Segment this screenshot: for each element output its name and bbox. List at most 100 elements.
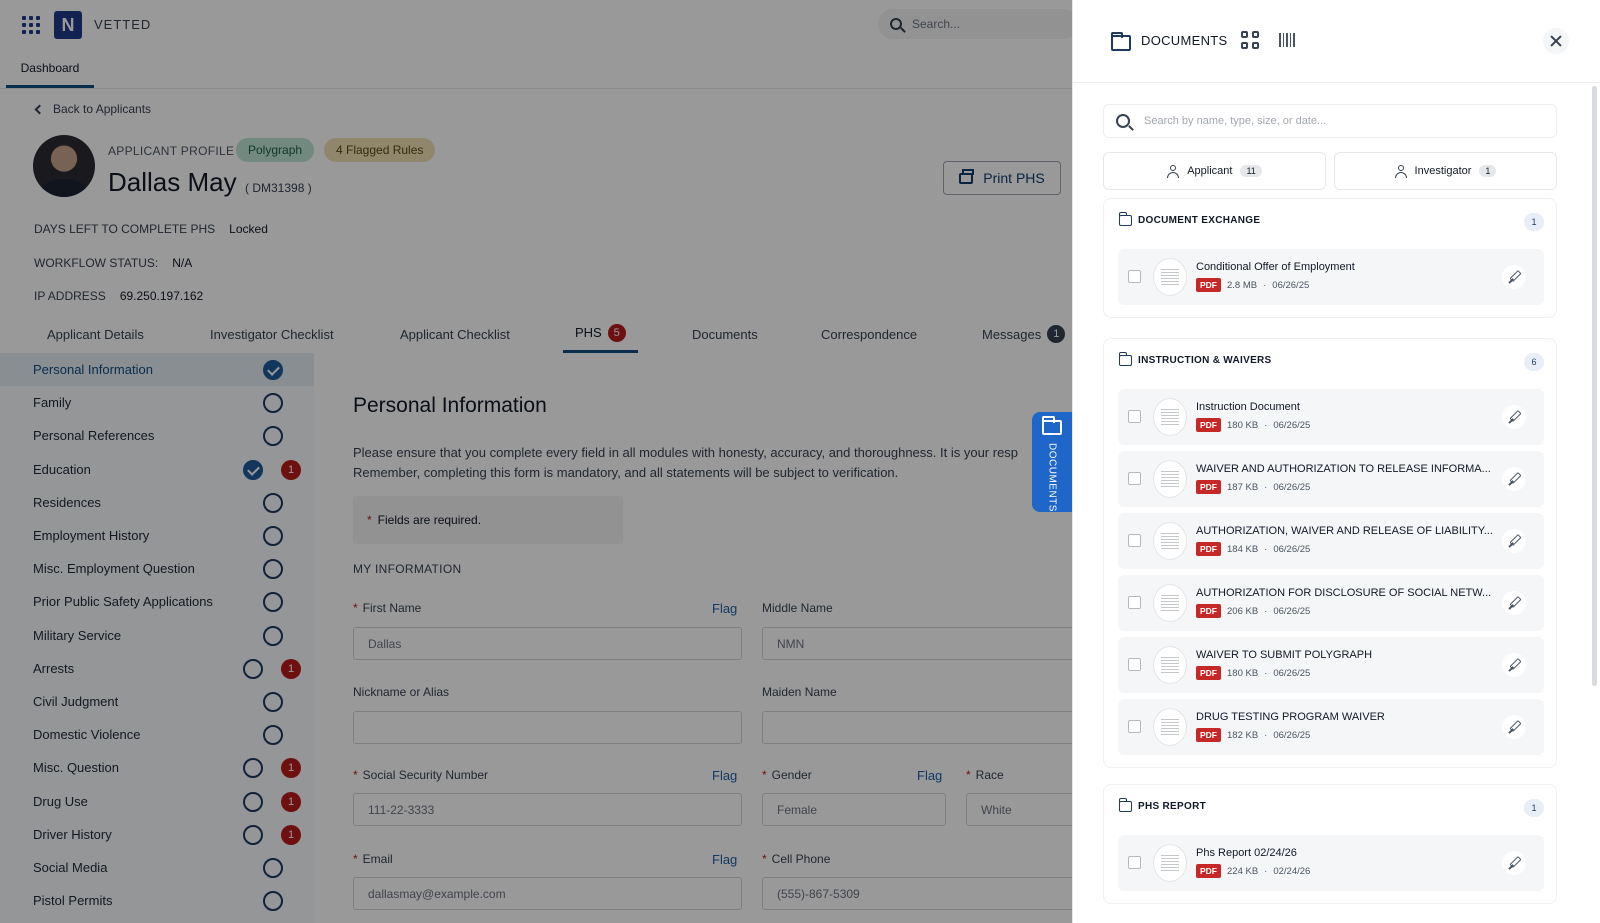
pdf-badge: PDF	[1196, 542, 1221, 556]
document-thumbnail[interactable]	[1154, 709, 1186, 745]
document-meta: PDF 182 KB · 06/26/25	[1196, 728, 1310, 742]
drawer-scrollbar[interactable]	[1592, 86, 1597, 686]
pin-icon[interactable]	[1502, 405, 1526, 429]
group-header[interactable]: PHS REPORT 1	[1118, 798, 1544, 819]
pdf-badge: PDF	[1196, 278, 1221, 292]
pdf-badge: PDF	[1196, 604, 1221, 618]
barcode-view-icon[interactable]	[1279, 33, 1295, 47]
document-name[interactable]: WAIVER AND AUTHORIZATION TO RELEASE INFO…	[1196, 463, 1496, 475]
document-checkbox[interactable]	[1128, 720, 1141, 733]
folder-icon	[1111, 32, 1131, 51]
document-name[interactable]: AUTHORIZATION FOR DISCLOSURE OF SOCIAL N…	[1196, 587, 1496, 599]
group-title: PHS REPORT	[1138, 801, 1207, 812]
document-checkbox[interactable]	[1128, 472, 1141, 485]
document-date: 06/26/25	[1273, 419, 1311, 431]
document-thumbnail[interactable]	[1154, 259, 1186, 295]
document-meta: PDF 180 KB · 06/26/25	[1196, 666, 1310, 680]
document-meta: PDF 206 KB · 06/26/25	[1196, 604, 1310, 618]
document-name[interactable]: WAIVER TO SUBMIT POLYGRAPH	[1196, 649, 1496, 661]
meta-separator: ·	[1264, 865, 1268, 877]
document-date: 06/26/25	[1273, 667, 1311, 679]
meta-separator: ·	[1264, 419, 1268, 431]
document-thumbnail[interactable]	[1154, 647, 1186, 683]
document-size: 187 KB	[1227, 481, 1259, 493]
investigator-docs-toggle[interactable]: Investigator 1	[1334, 152, 1557, 190]
document-meta: PDF 187 KB · 06/26/25	[1196, 480, 1310, 494]
document-checkbox[interactable]	[1128, 534, 1141, 547]
meta-separator: ·	[1264, 729, 1268, 741]
pin-icon[interactable]	[1502, 653, 1526, 677]
meta-separator: ·	[1264, 605, 1268, 617]
document-thumbnail[interactable]	[1154, 523, 1186, 559]
document-thumbnail[interactable]	[1154, 845, 1186, 881]
document-group: DOCUMENT EXCHANGE 1 Conditional Offer of E…	[1103, 198, 1557, 318]
document-size: 184 KB	[1227, 543, 1259, 555]
document-name[interactable]: Conditional Offer of Employment	[1196, 261, 1496, 273]
group-header[interactable]: INSTRUCTION & WAIVERS 6	[1118, 352, 1544, 373]
document-checkbox[interactable]	[1128, 410, 1141, 423]
user-icon	[1167, 164, 1180, 178]
pin-icon[interactable]	[1502, 467, 1526, 491]
document-checkbox[interactable]	[1128, 658, 1141, 671]
document-row[interactable]: WAIVER AND AUTHORIZATION TO RELEASE INFO…	[1118, 451, 1544, 507]
document-date: 02/24/26	[1273, 865, 1311, 877]
document-search[interactable]	[1103, 104, 1557, 138]
segment-label: Investigator	[1414, 165, 1472, 177]
document-row[interactable]: Instruction Document PDF 180 KB · 06/26/25	[1118, 389, 1544, 445]
document-checkbox[interactable]	[1128, 596, 1141, 609]
pin-icon[interactable]	[1502, 265, 1526, 289]
document-group: PHS REPORT 1 Phs Report 02/24/26 PDF 224 KB ·…	[1103, 784, 1557, 904]
document-row[interactable]: AUTHORIZATION FOR DISCLOSURE OF SOCIAL N…	[1118, 575, 1544, 631]
group-header[interactable]: DOCUMENT EXCHANGE 1	[1118, 212, 1544, 233]
document-name[interactable]: Instruction Document	[1196, 401, 1496, 413]
document-size: 180 KB	[1227, 419, 1259, 431]
drawer-title: DOCUMENTS	[1141, 33, 1228, 48]
document-size: 180 KB	[1227, 667, 1259, 679]
folder-icon	[1118, 352, 1132, 366]
document-row[interactable]: DRUG TESTING PROGRAM WAIVER PDF 182 KB · 06/…	[1118, 699, 1544, 755]
group-count: 1	[1524, 799, 1544, 817]
document-size: 206 KB	[1227, 605, 1259, 617]
documents-drawer: DOCUMENTS Applicant 11 Investigator 1 DO…	[1072, 0, 1600, 923]
applicant-docs-toggle[interactable]: Applicant 11	[1103, 152, 1326, 190]
document-checkbox[interactable]	[1128, 270, 1141, 283]
grid-view-icon[interactable]	[1241, 31, 1259, 49]
pin-icon[interactable]	[1502, 529, 1526, 553]
pin-icon[interactable]	[1502, 851, 1526, 875]
drawer-header: DOCUMENTS	[1073, 0, 1600, 83]
pin-icon[interactable]	[1502, 715, 1526, 739]
document-name[interactable]: DRUG TESTING PROGRAM WAIVER	[1196, 711, 1496, 723]
document-row[interactable]: Phs Report 02/24/26 PDF 224 KB · 02/24/26	[1118, 835, 1544, 891]
group-count: 6	[1524, 353, 1544, 371]
document-search-input[interactable]	[1144, 115, 1544, 127]
document-row[interactable]: Conditional Offer of Employment PDF 2.8 MB…	[1118, 249, 1544, 305]
group-count: 1	[1524, 213, 1544, 231]
document-date: 06/26/25	[1272, 279, 1310, 291]
document-thumbnail[interactable]	[1154, 585, 1186, 621]
document-row[interactable]: WAIVER TO SUBMIT POLYGRAPH PDF 180 KB · 06/2…	[1118, 637, 1544, 693]
document-date: 06/26/25	[1273, 543, 1311, 555]
document-row[interactable]: AUTHORIZATION, WAIVER AND RELEASE OF LIA…	[1118, 513, 1544, 569]
pdf-badge: PDF	[1196, 864, 1221, 878]
document-meta: PDF 184 KB · 06/26/25	[1196, 542, 1310, 556]
pdf-badge: PDF	[1196, 728, 1221, 742]
document-name[interactable]: Phs Report 02/24/26	[1196, 847, 1496, 859]
pdf-badge: PDF	[1196, 418, 1221, 432]
close-icon[interactable]	[1543, 28, 1569, 54]
document-size: 224 KB	[1227, 865, 1259, 877]
group-title: DOCUMENT EXCHANGE	[1138, 215, 1261, 226]
document-name[interactable]: AUTHORIZATION, WAIVER AND RELEASE OF LIA…	[1196, 525, 1496, 537]
meta-separator: ·	[1263, 279, 1267, 291]
document-group: INSTRUCTION & WAIVERS 6 Instruction Docume…	[1103, 338, 1557, 768]
document-date: 06/26/25	[1273, 481, 1311, 493]
segment-count: 11	[1240, 165, 1262, 177]
folder-icon	[1118, 798, 1132, 812]
pin-icon[interactable]	[1502, 591, 1526, 615]
modal-backdrop[interactable]	[0, 0, 1072, 923]
documents-side-tab[interactable]: DOCUMENTS	[1032, 412, 1072, 512]
document-meta: PDF 224 KB · 02/24/26	[1196, 864, 1310, 878]
document-checkbox[interactable]	[1128, 856, 1141, 869]
search-icon	[1116, 114, 1130, 128]
document-thumbnail[interactable]	[1154, 461, 1186, 497]
document-thumbnail[interactable]	[1154, 399, 1186, 435]
